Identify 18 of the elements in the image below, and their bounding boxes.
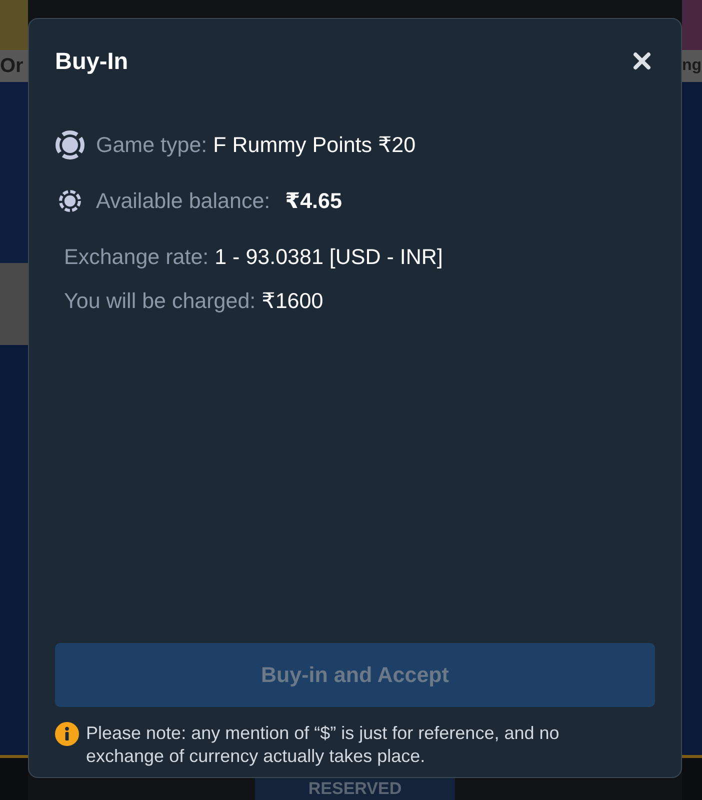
note-text: Please note: any mention of “$” is just for reference, and no exchange of currency actually takes place. xyxy=(86,722,560,768)
card-title: Or xyxy=(0,54,24,78)
segmented-ring-icon xyxy=(55,130,85,160)
detail-value: ₹1600 xyxy=(262,288,324,314)
detail-value: F Rummy Points ₹20 xyxy=(213,132,416,158)
seat-status: RESERVED xyxy=(308,779,402,799)
detail-label: Game type: xyxy=(96,132,208,158)
card-title: ng xyxy=(682,56,702,76)
detail-value: ₹4.65 xyxy=(285,188,342,214)
info-icon xyxy=(55,722,79,746)
dialog-title: Buy-In xyxy=(55,47,128,75)
detail-value: 1 - 93.0381 [USD - INR] xyxy=(214,244,443,270)
detail-label: Exchange rate: xyxy=(64,244,209,270)
detail-label: You will be charged: xyxy=(64,288,256,314)
poker-chip-icon xyxy=(59,190,81,212)
detail-label: Available balance: xyxy=(96,188,270,214)
photo-placeholder xyxy=(0,0,28,50)
photo-placeholder xyxy=(682,0,702,50)
